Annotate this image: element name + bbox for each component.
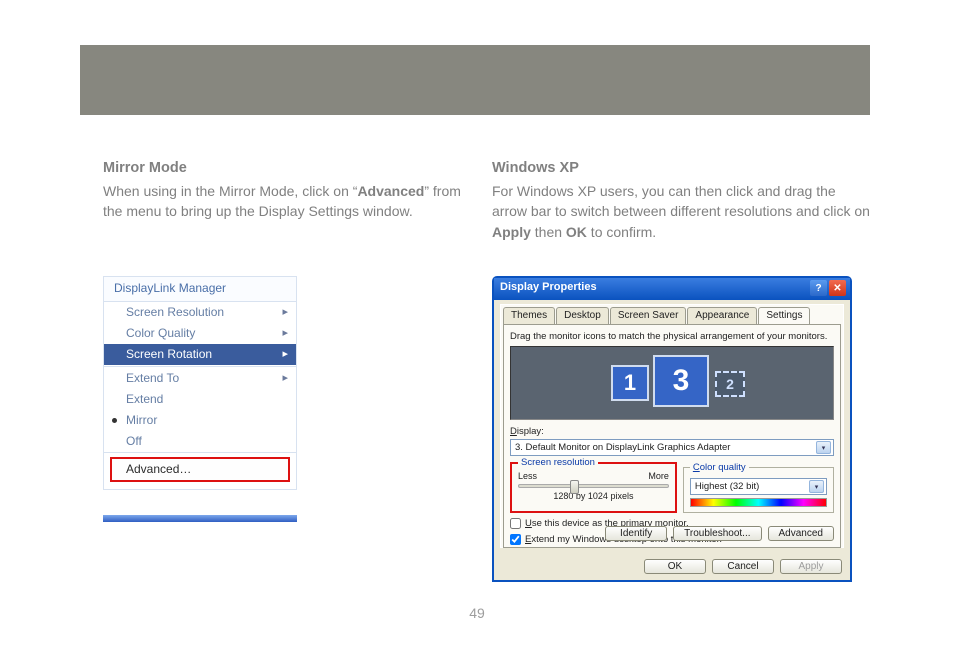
display-select-value: 3. Default Monitor on DisplayLink Graphi…: [515, 442, 730, 453]
menu-separator: [104, 366, 296, 367]
color-preview-bar: [690, 498, 827, 507]
advanced-button[interactable]: Advanced: [768, 526, 834, 541]
display-properties-dialog: Display Properties ? ✕ Themes Desktop Sc…: [492, 276, 852, 582]
menu-item-off[interactable]: Off: [104, 431, 296, 452]
cancel-button[interactable]: Cancel: [712, 559, 774, 574]
screen-resolution-legend: Screen resolution: [518, 457, 598, 468]
dropdown-icon: ▾: [809, 480, 824, 493]
dialog-titlebar: Display Properties ? ✕: [494, 278, 850, 300]
monitor-1-icon[interactable]: 1: [611, 365, 649, 401]
apply-button[interactable]: Apply: [780, 559, 842, 574]
left-column: Mirror Mode When using in the Mirror Mod…: [103, 158, 483, 222]
mirror-mode-heading: Mirror Mode: [103, 158, 483, 179]
color-quality-value: Highest (32 bit): [695, 481, 759, 492]
menu-item-advanced[interactable]: Advanced…: [110, 457, 290, 482]
extend-desktop-checkbox[interactable]: [510, 534, 521, 545]
text: to confirm.: [587, 224, 656, 240]
resolution-slider-thumb[interactable]: [570, 480, 579, 494]
page-number: 49: [0, 605, 954, 621]
primary-monitor-checkbox[interactable]: [510, 518, 521, 529]
tab-appearance[interactable]: Appearance: [687, 307, 757, 324]
help-button[interactable]: ?: [810, 280, 827, 296]
windows-xp-heading: Windows XP: [492, 158, 872, 179]
screen-resolution-group: Screen resolution Less More 1280 by 1024…: [510, 462, 677, 513]
menu-advanced-section: Advanced…: [104, 452, 296, 489]
resolution-value: 1280 by 1024 pixels: [518, 491, 669, 501]
color-quality-legend: Color quality: [690, 462, 749, 473]
menu-item-extend-to[interactable]: Extend To: [104, 368, 296, 389]
dialog-title: Display Properties: [500, 281, 597, 293]
dialog-tabs: Themes Desktop Screen Saver Appearance S…: [503, 307, 841, 324]
slider-more-label: More: [648, 471, 669, 481]
menu-item-color-quality[interactable]: Color Quality: [104, 323, 296, 344]
apply-bold: Apply: [492, 224, 531, 240]
tab-settings[interactable]: Settings: [758, 307, 810, 325]
right-column: Windows XP For Windows XP users, you can…: [492, 158, 872, 242]
tab-screen-saver[interactable]: Screen Saver: [610, 307, 687, 324]
menu-item-screen-resolution[interactable]: Screen Resolution: [104, 302, 296, 323]
color-quality-group: Color quality Highest (32 bit) ▾: [683, 462, 834, 513]
close-button[interactable]: ✕: [829, 280, 846, 296]
display-select[interactable]: 3. Default Monitor on DisplayLink Graphi…: [510, 439, 834, 456]
tab-themes[interactable]: Themes: [503, 307, 555, 324]
advanced-bold: Advanced: [357, 183, 424, 199]
tab-settings-page: Drag the monitor icons to match the phys…: [503, 324, 841, 548]
resolution-slider[interactable]: [518, 484, 669, 488]
displaylink-context-menu: DisplayLink Manager Screen Resolution Co…: [103, 276, 297, 490]
text: then: [531, 224, 566, 240]
identify-button[interactable]: Identify: [605, 526, 667, 541]
ok-bold: OK: [566, 224, 587, 240]
taskbar-strip: [103, 515, 297, 522]
ok-button[interactable]: OK: [644, 559, 706, 574]
display-label: Display:: [510, 426, 834, 437]
troubleshoot-button[interactable]: Troubleshoot...: [673, 526, 761, 541]
text: For Windows XP users, you can then click…: [492, 183, 870, 219]
menu-item-screen-rotation[interactable]: Screen Rotation: [104, 344, 296, 365]
dropdown-icon: ▾: [816, 441, 831, 454]
menu-item-extend[interactable]: Extend: [104, 389, 296, 410]
windows-xp-paragraph: For Windows XP users, you can then click…: [492, 181, 872, 242]
header-gray-bar: [80, 45, 870, 115]
monitor-3-icon[interactable]: 3: [653, 355, 709, 407]
text: When using in the Mirror Mode, click on …: [103, 183, 357, 199]
slider-less-label: Less: [518, 471, 537, 481]
monitor-2-icon[interactable]: 2: [715, 371, 745, 397]
tab-desktop[interactable]: Desktop: [556, 307, 609, 324]
dialog-body: Themes Desktop Screen Saver Appearance S…: [500, 304, 844, 548]
menu-item-mirror[interactable]: Mirror: [104, 410, 296, 431]
instruction-text: Drag the monitor icons to match the phys…: [510, 331, 834, 342]
mirror-mode-paragraph: When using in the Mirror Mode, click on …: [103, 181, 483, 222]
menu-header: DisplayLink Manager: [104, 277, 296, 302]
color-quality-select[interactable]: Highest (32 bit) ▾: [690, 478, 827, 495]
monitor-arrangement-area[interactable]: 1 3 2: [510, 346, 834, 420]
